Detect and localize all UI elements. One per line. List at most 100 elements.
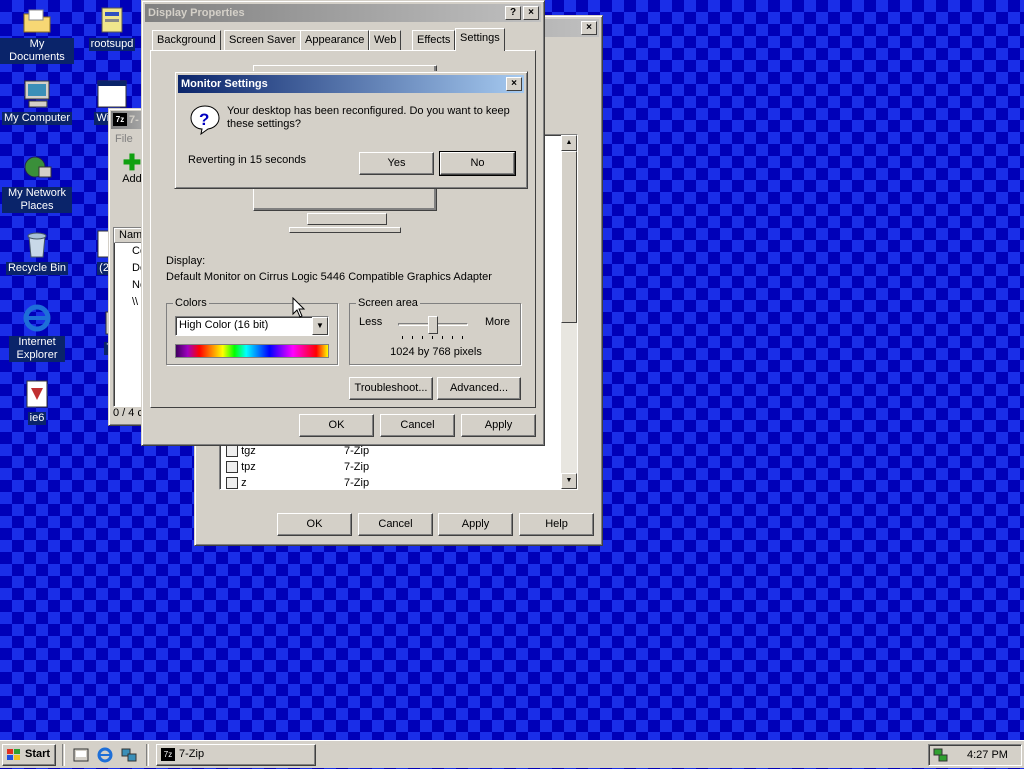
scroll-up-button[interactable]: ▲ bbox=[561, 135, 577, 151]
menu-file[interactable]: File bbox=[115, 133, 133, 145]
quicklaunch-divider bbox=[62, 744, 65, 766]
chevron-down-icon: ▼ bbox=[316, 321, 324, 330]
vertical-scrollbar[interactable]: ▲ ▼ bbox=[561, 135, 577, 489]
desktop-icon-recycle-bin[interactable]: Recycle Bin bbox=[0, 228, 74, 275]
show-desktop-icon[interactable] bbox=[72, 747, 90, 763]
desktop-icon-ie6[interactable]: ie6 bbox=[0, 378, 74, 425]
color-spectrum-bar bbox=[175, 344, 329, 358]
file-type-row[interactable]: z 7-Zip bbox=[226, 477, 556, 491]
dropdown-button[interactable]: ▼ bbox=[312, 317, 328, 335]
file-type: 7-Zip bbox=[344, 477, 370, 489]
add-label: Add bbox=[122, 173, 142, 185]
colors-group: Colors High Color (16 bit) ▼ bbox=[166, 297, 338, 365]
file-type-icon bbox=[226, 461, 238, 474]
tab-screen-saver[interactable]: Screen Saver bbox=[224, 30, 301, 50]
internet-explorer-icon[interactable] bbox=[96, 747, 114, 763]
folder-icon bbox=[21, 4, 53, 36]
cancel-button[interactable]: Cancel bbox=[358, 513, 433, 536]
setup-icon bbox=[21, 378, 53, 410]
computer-icon bbox=[21, 78, 53, 110]
monitor-base bbox=[289, 227, 401, 233]
window-title: 7- bbox=[129, 114, 139, 126]
question-icon: ? bbox=[189, 104, 221, 136]
taskbar-item-label: 7-Zip bbox=[179, 748, 205, 760]
advanced-button[interactable]: Advanced... bbox=[437, 377, 521, 400]
tray-network-icon[interactable] bbox=[933, 747, 949, 763]
close-button[interactable]: × bbox=[581, 21, 597, 35]
display-label: Display: bbox=[166, 255, 206, 267]
resolution-value: 1024 by 768 pixels bbox=[390, 346, 482, 358]
file-type: 7-Zip bbox=[344, 461, 370, 473]
recycle-bin-icon bbox=[21, 228, 53, 260]
close-button[interactable]: × bbox=[506, 77, 522, 91]
monitor-settings-titlebar[interactable]: Monitor Settings × bbox=[178, 75, 524, 93]
display-adapter-value: Default Monitor on Cirrus Logic 5446 Com… bbox=[166, 271, 492, 283]
clock[interactable]: 4:27 PM bbox=[967, 749, 1008, 761]
desktop-icon-rootsupd[interactable]: rootsupd bbox=[75, 4, 149, 51]
file-extension: tpz bbox=[241, 461, 256, 473]
scroll-down-button[interactable]: ▼ bbox=[561, 473, 577, 489]
screen-area-group: Screen area Less More 1024 by 768 pixels bbox=[349, 297, 521, 365]
more-label: More bbox=[484, 316, 510, 328]
slider-thumb[interactable] bbox=[428, 316, 438, 334]
yes-button[interactable]: Yes bbox=[359, 152, 434, 175]
desktop-icon-my-network-places[interactable]: My Network Places bbox=[0, 153, 74, 213]
resolution-slider[interactable] bbox=[398, 314, 468, 340]
network-connections-icon[interactable] bbox=[120, 747, 138, 763]
file-type-icon bbox=[226, 477, 238, 490]
7zip-app-icon: 7z bbox=[113, 113, 127, 126]
apply-button[interactable]: Apply bbox=[461, 414, 536, 437]
no-button[interactable]: No bbox=[439, 151, 516, 176]
close-button[interactable]: × bbox=[523, 6, 539, 20]
system-tray: 4:27 PM bbox=[928, 744, 1022, 766]
ok-button[interactable]: OK bbox=[299, 414, 374, 437]
installer-icon bbox=[96, 4, 128, 36]
countdown-text: Reverting in 15 seconds bbox=[188, 154, 307, 166]
mouse-cursor bbox=[292, 296, 306, 319]
display-properties-window[interactable]: Display Properties ? × Background Screen… bbox=[141, 0, 545, 446]
desktop-icon-my-computer[interactable]: My Computer bbox=[0, 78, 74, 125]
svg-text:?: ? bbox=[199, 110, 209, 129]
tab-web[interactable]: Web bbox=[369, 30, 402, 50]
less-label: Less bbox=[359, 316, 383, 328]
slider-ticks bbox=[402, 336, 464, 339]
help-button[interactable]: ? bbox=[505, 6, 521, 20]
desktop-icon-my-documents[interactable]: My Documents bbox=[0, 4, 74, 64]
tab-effects[interactable]: Effects bbox=[412, 30, 456, 50]
tab-settings[interactable]: Settings bbox=[455, 28, 505, 51]
tab-background[interactable]: Background bbox=[152, 30, 221, 50]
file-type-row[interactable]: tgz 7-Zip bbox=[226, 445, 556, 461]
cancel-button[interactable]: Cancel bbox=[380, 414, 455, 437]
start-button[interactable]: Start bbox=[2, 744, 56, 766]
taskbar: Start 7z 7-Zip 4:27 PM bbox=[0, 740, 1024, 768]
scroll-thumb[interactable] bbox=[561, 151, 577, 323]
window-title: Display Properties bbox=[148, 7, 245, 19]
dialog-message: Your desktop has been reconfigured. Do y… bbox=[227, 105, 510, 130]
file-extension: tgz bbox=[241, 445, 256, 457]
desktop-icon-label: Internet Explorer bbox=[9, 336, 65, 362]
quicklaunch-divider bbox=[146, 744, 149, 766]
tab-appearance[interactable]: Appearance bbox=[300, 30, 370, 50]
colors-select-value: High Color (16 bit) bbox=[179, 319, 269, 331]
desktop-icon-internet-explorer[interactable]: Internet Explorer bbox=[0, 302, 74, 362]
taskbar-item-7zip[interactable]: 7z 7-Zip bbox=[156, 744, 316, 766]
apply-button[interactable]: Apply bbox=[438, 513, 513, 536]
ok-button[interactable]: OK bbox=[277, 513, 352, 536]
file-type: 7-Zip bbox=[344, 445, 370, 457]
start-label: Start bbox=[25, 748, 51, 760]
desktop-icon-label: My Computer bbox=[1, 112, 73, 125]
help-button[interactable]: Help bbox=[519, 513, 594, 536]
windows-logo-icon bbox=[6, 748, 22, 762]
screen-area-group-label: Screen area bbox=[356, 297, 420, 309]
window-icon bbox=[96, 78, 128, 110]
monitor-stand bbox=[307, 213, 387, 225]
colors-group-label: Colors bbox=[173, 297, 209, 309]
desktop-icon-label: My Network Places bbox=[2, 187, 72, 213]
file-type-row[interactable]: tpz 7-Zip bbox=[226, 461, 556, 477]
display-properties-titlebar[interactable]: Display Properties ? × bbox=[145, 4, 541, 22]
7zip-app-icon: 7z bbox=[161, 748, 175, 761]
monitor-settings-dialog[interactable]: Monitor Settings × ? Your desktop has be… bbox=[174, 71, 528, 189]
status-bar: 0 / 4 c bbox=[113, 407, 143, 419]
troubleshoot-button[interactable]: Troubleshoot... bbox=[349, 377, 433, 400]
desktop-icon-label: ie6 bbox=[27, 412, 47, 425]
